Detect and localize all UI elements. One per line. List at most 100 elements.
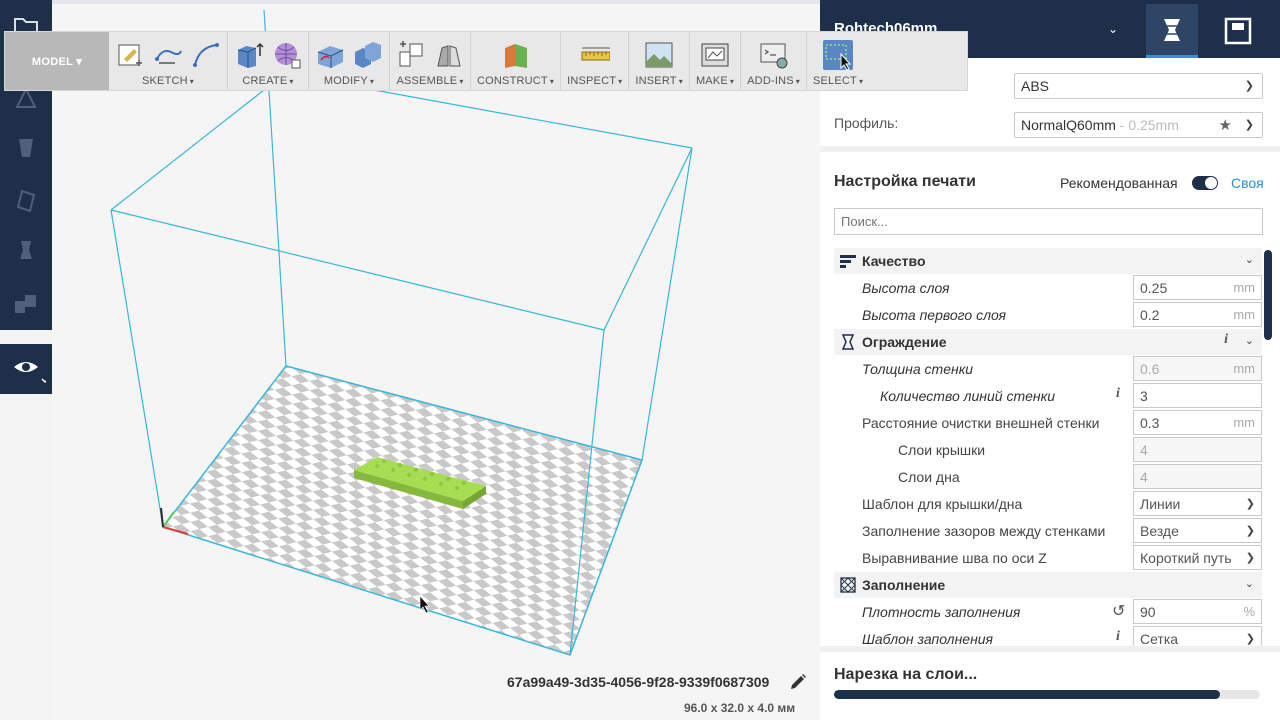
toolbar-group-assemble[interactable]: ASSEMBLE ▾ [390,32,471,90]
chevron-down-icon: ⌄ [1244,578,1254,590]
caret-down-icon: ▾ [369,77,375,86]
press-pull-icon[interactable] [315,40,345,70]
tab-preview[interactable] [1212,4,1264,58]
setting-label: Толщина стенки [862,361,974,377]
category-label: Качество [862,253,926,269]
top-bottom-pattern-select[interactable]: Линии ❯ [1133,491,1262,516]
3d-print-icon[interactable] [700,40,730,70]
setting-label: Количество линий стенки [880,388,1056,404]
group-label: ADD-INS [747,75,794,87]
caret-down-icon: ▾ [795,77,800,86]
workspace-mode-button[interactable]: MODEL ▾ [5,32,109,90]
per-model-settings-icon[interactable] [8,284,44,320]
setting-label: Слои крышки [898,442,986,458]
toolbar-group-insert[interactable]: INSERT ▾ [629,32,690,90]
fusion-toolbar: MODEL ▾ SKETCH ▾ CREATE ▾ MODIFY ▾ ASSEMBLE… [4,31,968,91]
offset-plane-icon[interactable] [501,40,531,70]
bottom-layers-input[interactable]: 4 [1133,464,1262,489]
new-component-icon[interactable] [396,40,426,70]
line-tool-icon[interactable] [153,40,183,70]
profile-dropdown[interactable]: NormalQ60mm - 0.25mm ★ ❯ [1014,112,1263,138]
toolbar-group-inspect[interactable]: INSPECT ▾ [561,32,630,90]
category-label: Ограждение [862,334,947,350]
section-divider [820,646,1280,652]
caret-down-icon: ▾ [289,77,294,86]
create-sketch-icon[interactable] [115,40,145,70]
infill-density-input[interactable]: 90% [1133,599,1262,624]
settings-search-input[interactable] [834,208,1263,235]
settings-list: Качество ⌄ Высота слоя 0.25 mm Высота пер… [834,248,1262,646]
field-value: 4 [1140,442,1148,458]
section-divider [820,146,1280,152]
toolbar-group-construct[interactable]: CONSTRUCT ▾ [471,32,562,90]
z-seam-select[interactable]: Короткий путь ❯ [1133,545,1262,570]
top-layers-input[interactable]: 4 [1133,437,1262,462]
custom-mode-label[interactable]: Своя [1231,175,1264,191]
infill-pattern-select[interactable]: Сетка ❯ [1133,626,1262,646]
field-value: Сетка [1140,631,1179,646]
tab-prepare[interactable] [1146,4,1198,58]
monitor-icon [1224,17,1252,45]
chevron-down-icon: ❯ [1245,633,1255,645]
3d-viewport[interactable] [52,0,820,720]
chevron-down-icon: ⌄ [1244,335,1254,347]
rotate-tool-icon[interactable] [8,182,44,218]
toolbar-group-make[interactable]: MAKE ▾ [690,32,742,90]
joint-icon[interactable] [434,40,464,70]
material-dropdown[interactable]: ABS ❯ [1014,73,1263,99]
combine-icon[interactable] [353,40,383,70]
slicing-progress-bar [834,690,1260,699]
info-icon[interactable]: i [1116,386,1120,402]
wall-thickness-input[interactable]: 0.6 mm [1133,356,1262,381]
toolbar-group-modify[interactable]: MODIFY ▾ [309,32,390,90]
object-name: 67a99a49-3d35-4056-9f28-9339f0687309 [507,674,770,690]
layer-height-input[interactable]: 0.25 mm [1133,275,1262,300]
scripts-addins-icon[interactable] [759,40,789,70]
recommended-mode-label[interactable]: Рекомендованная [1060,175,1178,191]
volume-edge [110,147,693,331]
first-layer-height-input[interactable]: 0.2 mm [1133,302,1262,327]
toolbar-group-addins[interactable]: ADD-INS ▾ [741,32,807,90]
mirror-tool-icon[interactable] [8,232,44,268]
build-plate [161,365,643,656]
viewport-top-edge [52,0,820,4]
wall-line-count-input[interactable]: 3 [1133,383,1262,408]
caret-down-icon: ▾ [459,77,464,86]
toolbar-group-sketch[interactable]: SKETCH ▾ [109,32,228,90]
settings-scrollbar[interactable] [1264,250,1272,340]
form-icon[interactable] [272,40,302,70]
scale-tool-icon[interactable] [8,130,44,166]
group-label: CONSTRUCT [477,75,548,87]
pencil-icon[interactable] [788,672,808,692]
select-icon[interactable] [823,40,854,70]
toolbar-group-create[interactable]: CREATE ▾ [228,32,309,90]
printer-chevron-icon[interactable]: ⌄ [1108,22,1118,36]
group-label: MAKE [695,75,728,87]
build-volume-scene [110,9,693,656]
extrude-icon[interactable] [234,40,264,70]
category-shell[interactable]: Ограждение i ⌄ [834,329,1262,355]
category-quality[interactable]: Качество ⌄ [834,248,1262,274]
star-icon[interactable]: ★ [1219,116,1232,134]
measure-icon[interactable] [580,40,610,70]
reset-icon[interactable]: ↺ [1112,601,1125,621]
field-unit: mm [1233,280,1255,295]
insert-image-icon[interactable] [644,40,674,70]
toolbar-group-select[interactable]: SELECT ▾ [807,32,869,90]
fill-gaps-select[interactable]: Везде ❯ [1133,518,1262,543]
info-icon[interactable]: i [1224,332,1228,348]
view-mode-button[interactable] [0,344,52,394]
caret-down-icon: ▾ [678,77,683,86]
setting-top-bottom-pattern: Шаблон для крышки/дна Линии ❯ [834,491,1262,518]
category-infill[interactable]: Заполнение ⌄ [834,572,1262,598]
outer-wall-wipe-input[interactable]: 0.3 mm [1133,410,1262,435]
chevron-down-icon: ⌄ [1244,254,1254,266]
group-label: CREATE [242,75,288,87]
setting-infill-density: Плотность заполнения ↺ 90% [834,599,1262,626]
mode-toggle[interactable] [1192,176,1218,190]
info-icon[interactable]: i [1116,629,1120,645]
volume-edge [373,89,693,149]
prepare-icon [1164,18,1180,41]
chevron-down-icon: ❯ [1245,552,1255,564]
arc-tool-icon[interactable] [191,40,221,70]
